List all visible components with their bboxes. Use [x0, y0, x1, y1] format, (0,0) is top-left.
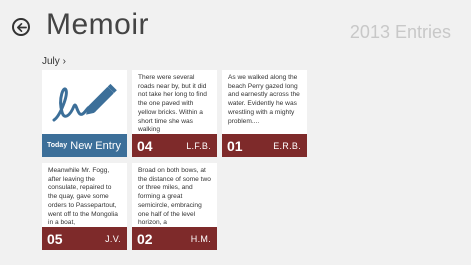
- new-entry-tile[interactable]: Today New Entry: [42, 70, 127, 157]
- arrow-left-icon: [16, 22, 27, 32]
- chevron-right-icon: ›: [62, 56, 66, 67]
- back-button[interactable]: [12, 18, 30, 36]
- entry-author: J.V.: [105, 233, 121, 244]
- entry-author: H.M.: [190, 233, 211, 244]
- entry-tile[interactable]: Broad on both bows, at the distance of s…: [132, 163, 217, 250]
- entry-excerpt: Meanwhile Mr. Fogg, after leaving the co…: [48, 167, 118, 227]
- entry-tile[interactable]: There were several roads near by, but it…: [132, 70, 217, 157]
- entry-excerpt: Broad on both bows, at the distance of s…: [138, 167, 211, 227]
- entries-count: 2013 Entries: [349, 22, 451, 42]
- entry-day: 05: [47, 230, 63, 247]
- entry-bar: 01 E.R.B.: [222, 134, 307, 157]
- entry-author: E.R.B.: [273, 140, 301, 151]
- entry-bar: 04 L.F.B.: [132, 134, 217, 157]
- entry-bar: 02 H.M.: [132, 227, 217, 250]
- entry-tile[interactable]: As we walked along the beach Perry gazed…: [222, 70, 307, 157]
- entry-excerpt: As we walked along the beach Perry gazed…: [228, 74, 300, 125]
- month-label: July: [42, 56, 60, 67]
- new-entry-label: New Entry: [70, 139, 121, 152]
- entry-author: L.F.B.: [186, 140, 211, 151]
- month-section-link[interactable]: July ›: [42, 56, 66, 67]
- entry-tile[interactable]: Meanwhile Mr. Fogg, after leaving the co…: [42, 163, 127, 250]
- entry-day: 04: [137, 137, 153, 154]
- entry-excerpt: There were several roads near by, but it…: [138, 74, 207, 134]
- entries-grid: Today New Entry There were several roads…: [42, 70, 307, 250]
- app-title: Memoir: [46, 8, 150, 41]
- new-entry-bar: Today New Entry: [42, 134, 127, 157]
- entry-bar: 05 J.V.: [42, 227, 127, 250]
- today-label: Today: [47, 142, 68, 149]
- signature-pen-icon: [52, 83, 117, 122]
- entry-day: 01: [227, 137, 243, 154]
- entry-day: 02: [137, 230, 153, 247]
